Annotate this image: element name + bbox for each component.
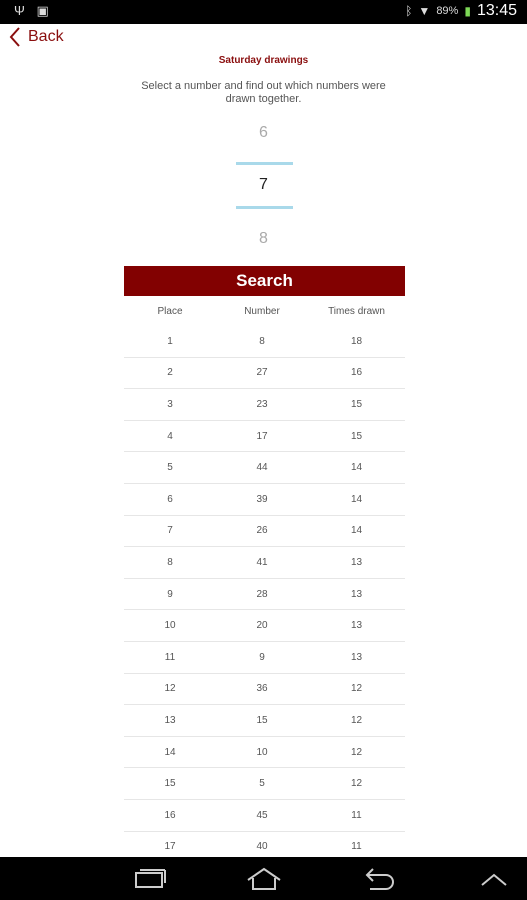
status-left: Ψ ▣: [14, 3, 57, 19]
image-icon: ▣: [36, 3, 49, 18]
cell-place: 4: [167, 430, 173, 442]
chevron-left-icon: [9, 27, 20, 47]
battery-percent: 89%: [436, 5, 459, 17]
header-place: Place: [157, 305, 183, 317]
cell-times-drawn: 12: [350, 778, 363, 790]
cell-number: 27: [256, 367, 268, 379]
page-subtitle: Select a number and find out which numbe…: [141, 80, 386, 105]
table-row: 11 9 13: [124, 642, 405, 674]
cell-times-drawn: 14: [350, 462, 363, 474]
cell-place: 12: [164, 683, 176, 695]
table-row: 13 15 12: [124, 705, 405, 737]
cell-number: 5: [259, 778, 265, 790]
clock: 13:45: [476, 2, 517, 19]
cell-times-drawn: 12: [350, 683, 363, 695]
cell-times-drawn: 13: [350, 620, 363, 632]
page-title: Saturday drawings: [218, 55, 309, 66]
cell-number: 36: [256, 683, 268, 695]
header-number: Number: [244, 305, 280, 317]
back-button[interactable]: Back: [6, 24, 64, 50]
table-row: 8 41 13: [124, 547, 405, 579]
cell-times-drawn: 11: [351, 841, 362, 853]
picker-next-value[interactable]: 8: [0, 230, 527, 248]
recent-apps-icon[interactable]: [130, 865, 170, 893]
table-row: 12 36 12: [124, 674, 405, 706]
table-row: 15 5 12: [124, 768, 405, 800]
cell-place: 1: [167, 335, 173, 347]
chevron-up-icon[interactable]: [474, 865, 514, 893]
cell-times-drawn: 13: [350, 651, 363, 663]
cell-place: 11: [164, 651, 176, 663]
cell-number: 26: [256, 525, 268, 537]
back-nav-icon[interactable]: [358, 865, 398, 893]
cell-number: 41: [256, 556, 268, 568]
cell-number: 45: [256, 809, 268, 821]
home-icon[interactable]: [244, 865, 284, 893]
picker-previous-value[interactable]: 6: [0, 124, 527, 142]
table-row: 6 39 14: [124, 484, 405, 516]
cell-place: 14: [164, 746, 176, 758]
table-row: 10 20 13: [124, 610, 405, 642]
cell-place: 16: [164, 809, 176, 821]
table-row: 1 8 18: [124, 326, 405, 358]
cell-times-drawn: 14: [350, 525, 363, 537]
cell-number: 39: [256, 493, 268, 505]
wifi-icon: ▼: [418, 4, 431, 18]
table-row: 14 10 12: [124, 737, 405, 769]
cell-place: 15: [164, 778, 176, 790]
results-table: Place Number Times drawn 1 8 18 2 27 16 3 23 15 4…: [124, 296, 405, 864]
cell-times-drawn: 16: [350, 367, 363, 379]
cell-number: 8: [259, 335, 265, 347]
cell-times-drawn: 14: [350, 493, 363, 505]
cell-place: 5: [167, 462, 173, 474]
table-row: 7 26 14: [124, 516, 405, 548]
status-bar: Ψ ▣ ᛒ ▼ 89% ▮ 13:45: [0, 0, 527, 24]
search-button[interactable]: Search: [124, 266, 405, 296]
cell-place: 8: [167, 556, 173, 568]
cell-number: 23: [256, 398, 268, 410]
cell-number: 9: [259, 651, 265, 663]
cell-place: 10: [164, 620, 176, 632]
cell-place: 9: [167, 588, 173, 600]
cell-times-drawn: 12: [350, 714, 363, 726]
cell-number: 44: [256, 462, 268, 474]
cell-number: 17: [256, 430, 268, 442]
picker-selected-value[interactable]: 7: [0, 176, 527, 194]
picker-divider-top: [236, 162, 293, 165]
table-row: 16 45 11: [124, 800, 405, 832]
cell-times-drawn: 12: [350, 746, 363, 758]
status-right: ᛒ ▼ 89% ▮ 13:45: [405, 2, 517, 20]
cell-number: 20: [256, 620, 268, 632]
navigation-bar: [0, 857, 527, 900]
cell-times-drawn: 18: [350, 335, 363, 347]
cell-place: 6: [167, 493, 173, 505]
cell-number: 40: [256, 841, 268, 853]
table-row: 2 27 16: [124, 358, 405, 390]
cell-number: 28: [256, 588, 268, 600]
cell-place: 17: [164, 841, 176, 853]
battery-icon: ▮: [464, 4, 471, 18]
cell-place: 13: [164, 714, 176, 726]
picker-divider-bottom: [236, 206, 293, 209]
cell-place: 3: [167, 398, 173, 410]
cell-times-drawn: 11: [351, 809, 362, 821]
cell-number: 15: [256, 714, 268, 726]
table-body: 1 8 18 2 27 16 3 23 15 4 17 15 5 44 14 6 39 14 7 26 14 8 41 13 9…: [124, 326, 405, 864]
table-header: Place Number Times drawn: [124, 296, 405, 326]
table-row: 9 28 13: [124, 579, 405, 611]
cell-times-drawn: 13: [350, 588, 363, 600]
cell-times-drawn: 15: [350, 430, 363, 442]
usb-icon: Ψ: [14, 3, 25, 18]
header-times-drawn: Times drawn: [328, 305, 385, 317]
cell-times-drawn: 15: [350, 398, 363, 410]
back-label: Back: [28, 28, 64, 45]
cell-place: 7: [167, 525, 173, 537]
cell-times-drawn: 13: [350, 556, 363, 568]
table-row: 5 44 14: [124, 452, 405, 484]
cell-number: 10: [256, 746, 268, 758]
table-row: 4 17 15: [124, 421, 405, 453]
bluetooth-icon: ᛒ: [405, 4, 413, 18]
table-row: 3 23 15: [124, 389, 405, 421]
cell-place: 2: [167, 367, 173, 379]
